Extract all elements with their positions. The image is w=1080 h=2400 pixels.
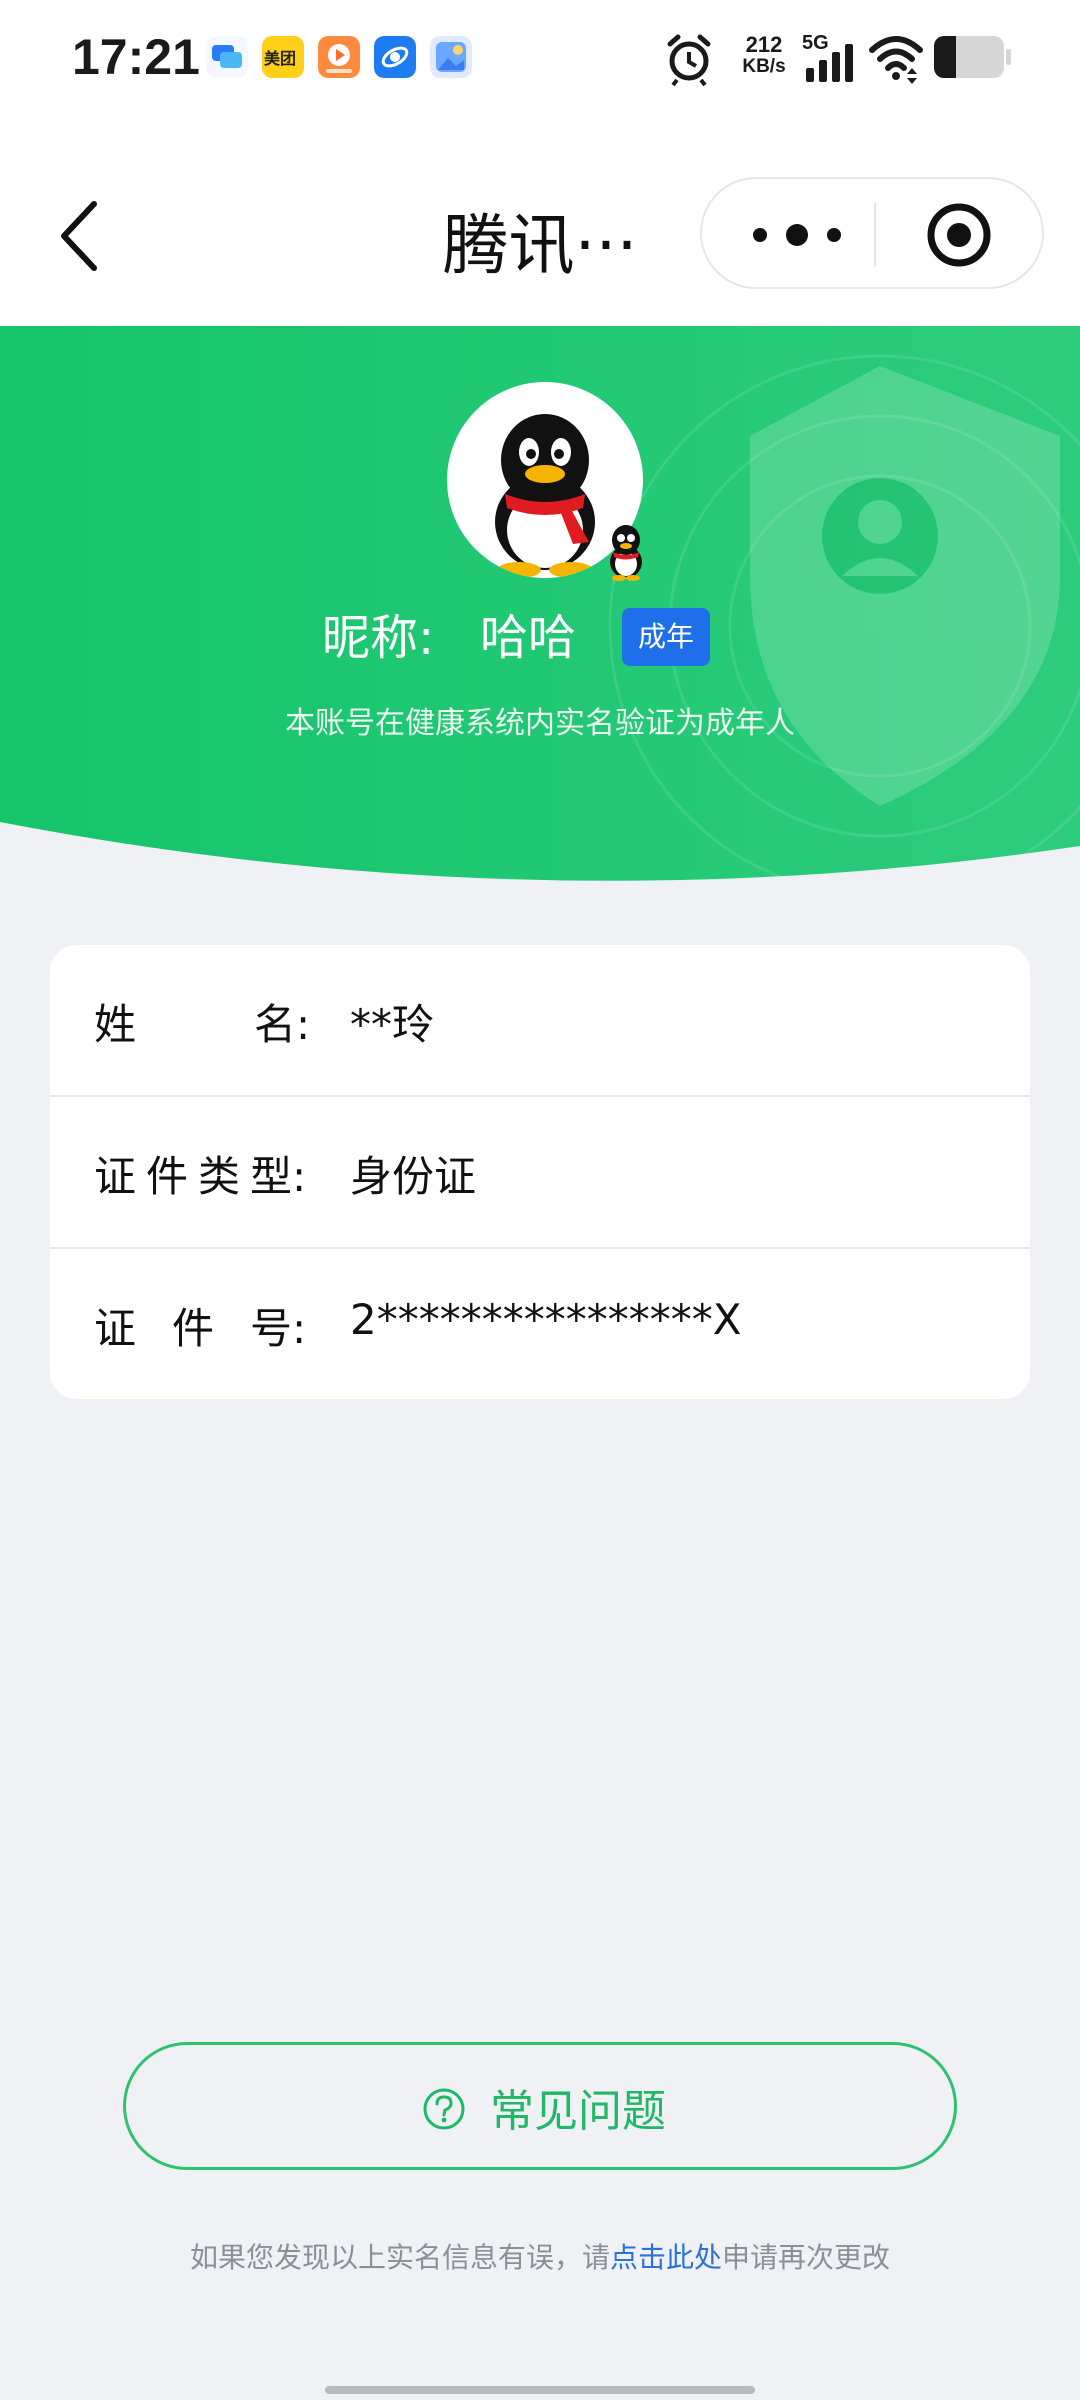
id-number-label-char: 件 bbox=[172, 1304, 215, 1353]
capsule-divider bbox=[874, 203, 876, 267]
nickname-row: 昵称: 哈哈 成年 bbox=[0, 598, 1080, 678]
meituan-icon-text: 美团 bbox=[264, 49, 297, 68]
adult-status-badge: 成年 bbox=[622, 608, 710, 666]
mini-program-capsule bbox=[700, 177, 1044, 289]
home-indicator[interactable] bbox=[325, 2386, 755, 2394]
name-row: 姓 名: **玲 bbox=[50, 945, 1030, 1097]
id-type-label: 证 件 类 型: bbox=[94, 1143, 364, 1203]
id-number-label-char: 证 bbox=[94, 1304, 137, 1353]
name-label-char: 名: bbox=[254, 1000, 311, 1049]
status-time: 17:21 bbox=[72, 29, 200, 85]
video-app-icon bbox=[318, 36, 360, 78]
id-number-label-char: 号: bbox=[250, 1304, 307, 1353]
id-type-value: 身份证 bbox=[350, 1152, 477, 1201]
meituan-icon: 美团 bbox=[262, 36, 304, 78]
net-speed-unit: KB/s bbox=[742, 56, 786, 77]
id-type-label-char: 件 bbox=[146, 1152, 189, 1201]
profile-header: 昵称: 哈哈 成年 本账号在健康系统内实名验证为成年人 bbox=[0, 326, 1080, 886]
name-label-char: 姓 bbox=[94, 1000, 137, 1049]
id-number-value: 2****************X bbox=[350, 1295, 742, 1344]
title-bar: 腾讯··· bbox=[0, 120, 1080, 326]
verification-description: 本账号在健康系统内实名验证为成年人 bbox=[285, 706, 795, 741]
id-number-row: 证 件 号: 2****************X bbox=[50, 1247, 1030, 1399]
qq-badge-icon bbox=[610, 525, 642, 581]
correction-note: 如果您发现以上实名信息有误，请点击此处申请再次更改 bbox=[0, 2236, 1080, 2276]
wifi-icon bbox=[869, 36, 923, 84]
faq-button[interactable]: 常见问题 bbox=[123, 2042, 957, 2170]
click-here-link[interactable]: 点击此处 bbox=[610, 2241, 722, 2274]
question-circle-icon bbox=[423, 2088, 465, 2130]
net-speed: 212 KB/s bbox=[732, 34, 796, 78]
browser-app-icon bbox=[374, 36, 416, 78]
back-button[interactable] bbox=[52, 196, 112, 276]
nickname-label: 昵称: bbox=[322, 610, 435, 666]
gallery-app-icon bbox=[430, 36, 472, 78]
id-number-label: 证 件 号: bbox=[94, 1295, 364, 1355]
battery-icon bbox=[934, 36, 1011, 78]
net-speed-value: 212 bbox=[745, 32, 783, 57]
id-type-row: 证 件 类 型: 身份证 bbox=[50, 1095, 1030, 1249]
cellular-signal-icon bbox=[806, 44, 853, 82]
id-type-label-char: 类 bbox=[198, 1152, 241, 1201]
alarm-icon bbox=[667, 34, 711, 87]
more-options-button[interactable] bbox=[742, 201, 852, 269]
chat-app-icon bbox=[206, 36, 248, 78]
faq-button-label: 常见问题 bbox=[490, 2086, 666, 2137]
correction-note-prefix: 如果您发现以上实名信息有误，请 bbox=[189, 2241, 610, 2274]
identity-info-card: 姓 名: **玲 证 件 类 型: 身份证 证 件 号: 2**********… bbox=[50, 945, 1030, 1399]
correction-note-suffix: 申请再次更改 bbox=[722, 2241, 891, 2274]
status-bar: 17:21 美团 212 KB/s 5G bbox=[0, 0, 1080, 120]
close-mini-program-button[interactable] bbox=[914, 201, 1004, 269]
name-label: 姓 名: bbox=[94, 991, 364, 1051]
name-value: **玲 bbox=[350, 1000, 435, 1049]
nickname-value: 哈哈 bbox=[480, 610, 577, 666]
id-type-label-char: 证 bbox=[94, 1152, 137, 1201]
id-type-label-char: 型: bbox=[250, 1152, 307, 1201]
